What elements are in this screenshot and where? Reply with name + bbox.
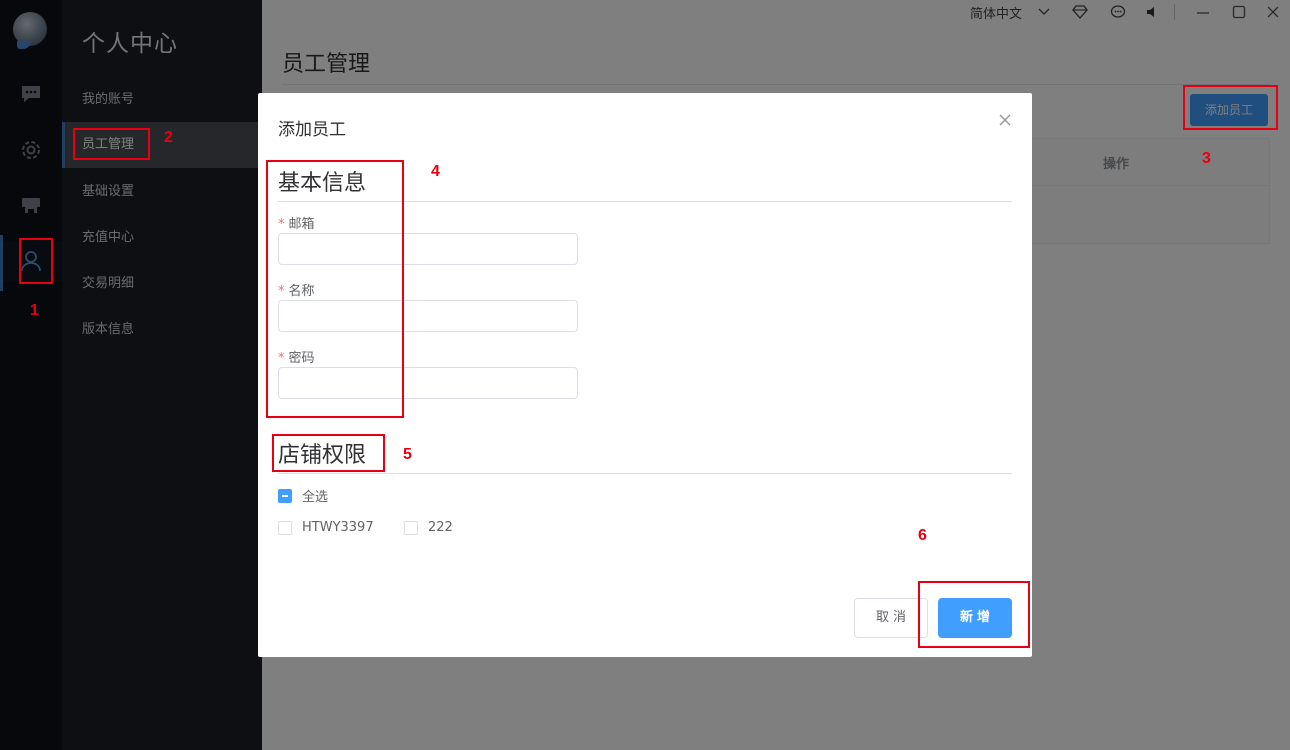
annotation-box-5 <box>272 434 385 472</box>
annotation-number: 2 <box>164 129 173 146</box>
dialog-title: 添加员工 <box>278 120 346 140</box>
section-divider <box>278 473 1012 474</box>
annotation-box-2 <box>73 128 150 160</box>
annotation-box-3 <box>1183 85 1278 130</box>
annotation-number: 3 <box>1202 150 1211 167</box>
annotation-box-6 <box>918 581 1030 648</box>
annotation-number: 5 <box>403 446 412 463</box>
shop-checkbox[interactable]: HTWY3397 <box>278 520 374 535</box>
cancel-button[interactable]: 取消 <box>854 598 928 638</box>
annotation-number: 1 <box>30 302 39 319</box>
annotation-number: 6 <box>918 527 927 544</box>
select-all-label: 全选 <box>302 490 329 505</box>
checkbox-icon <box>404 520 418 535</box>
checkbox-indeterminate-icon <box>278 488 292 503</box>
annotation-box-4 <box>266 160 404 418</box>
close-icon[interactable] <box>998 113 1012 127</box>
annotation-box-1 <box>19 238 53 284</box>
shop-label: HTWY3397 <box>302 520 374 535</box>
shop-checkbox[interactable]: 222 <box>404 520 453 535</box>
checkbox-icon <box>278 520 292 535</box>
annotation-number: 4 <box>431 163 440 180</box>
shop-label: 222 <box>428 520 453 535</box>
select-all-checkbox[interactable]: 全选 <box>278 486 328 505</box>
